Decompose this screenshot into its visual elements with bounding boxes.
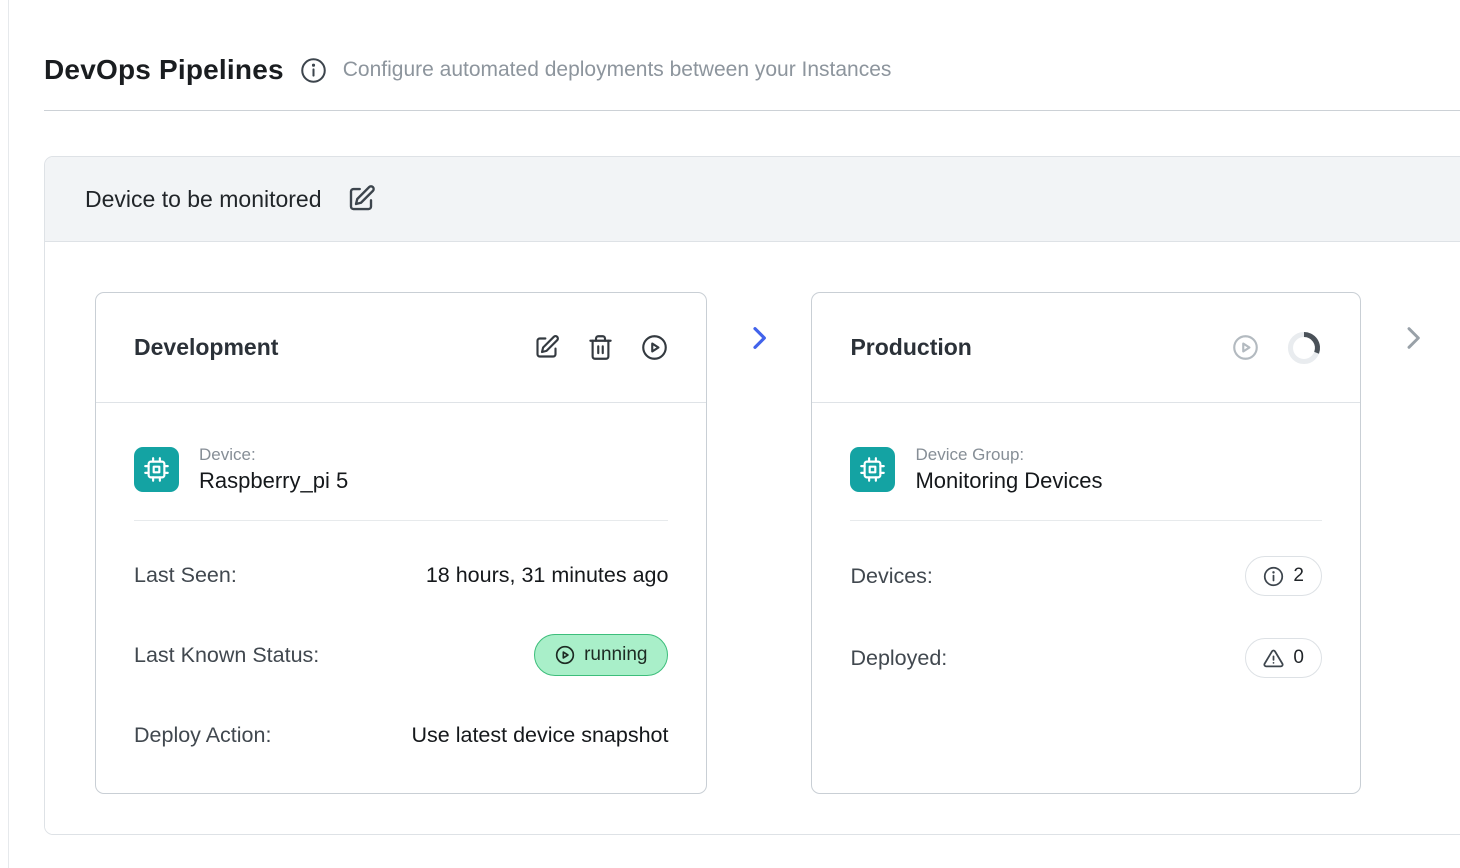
edit-icon[interactable] bbox=[533, 334, 560, 361]
device-label: Device: bbox=[199, 445, 348, 465]
loading-spinner-icon bbox=[1286, 330, 1322, 366]
card-divider bbox=[134, 520, 668, 521]
deployed-row: Deployed: 0 bbox=[850, 617, 1322, 699]
development-title: Development bbox=[134, 334, 278, 361]
trash-icon[interactable] bbox=[587, 334, 614, 361]
last-seen-row: Last Seen: 18 hours, 31 minutes ago bbox=[134, 535, 668, 615]
cpu-chip-icon bbox=[134, 447, 179, 492]
production-card: Production bbox=[811, 292, 1361, 794]
deployed-count: 0 bbox=[1293, 647, 1304, 669]
development-actions bbox=[533, 334, 668, 361]
panel-header: Device to be monitored bbox=[45, 157, 1460, 242]
deploy-action-label: Deploy Action: bbox=[134, 723, 271, 748]
deploy-action-value: Use latest device snapshot bbox=[412, 723, 669, 748]
device-group-identity: Device Group: Monitoring Devices bbox=[915, 445, 1102, 494]
device-group-row: Device Group: Monitoring Devices bbox=[850, 445, 1322, 494]
cpu-chip-icon bbox=[850, 447, 895, 492]
deployed-count-badge[interactable]: 0 bbox=[1245, 638, 1322, 678]
panel-title: Device to be monitored bbox=[85, 186, 322, 213]
header-divider bbox=[44, 110, 1460, 111]
device-name: Raspberry_pi 5 bbox=[199, 468, 348, 494]
card-divider bbox=[850, 520, 1322, 521]
deployed-label: Deployed: bbox=[850, 646, 947, 671]
device-group-label: Device Group: bbox=[915, 445, 1102, 465]
devices-count: 2 bbox=[1293, 565, 1304, 587]
device-identity: Device: Raspberry_pi 5 bbox=[199, 445, 348, 494]
production-card-body: Device Group: Monitoring Devices Devices… bbox=[812, 403, 1360, 793]
production-card-header: Production bbox=[812, 293, 1360, 403]
last-known-status-row: Last Known Status: running bbox=[134, 615, 668, 695]
device-group-name: Monitoring Devices bbox=[915, 468, 1102, 494]
last-seen-label: Last Seen: bbox=[134, 563, 237, 588]
device-row: Device: Raspberry_pi 5 bbox=[134, 445, 668, 494]
next-chevron-icon[interactable] bbox=[1397, 322, 1429, 354]
devices-row: Devices: 2 bbox=[850, 535, 1322, 617]
play-circle-icon[interactable] bbox=[641, 334, 668, 361]
production-actions bbox=[1232, 330, 1322, 366]
panel-body: Development bbox=[45, 242, 1460, 834]
left-border-line bbox=[8, 0, 9, 868]
status-badge: running bbox=[534, 634, 668, 676]
edit-icon[interactable] bbox=[346, 184, 376, 214]
pipeline-panel: Device to be monitored Development bbox=[44, 156, 1460, 835]
pipeline-arrow-icon bbox=[743, 322, 775, 354]
last-known-status-label: Last Known Status: bbox=[134, 643, 319, 668]
info-icon[interactable] bbox=[300, 57, 327, 84]
play-circle-icon[interactable] bbox=[1232, 334, 1259, 361]
development-card-body: Device: Raspberry_pi 5 Last Seen: 18 hou… bbox=[96, 403, 706, 793]
page-title: DevOps Pipelines bbox=[44, 54, 284, 86]
page-header: DevOps Pipelines Configure automated dep… bbox=[0, 0, 1460, 86]
devices-label: Devices: bbox=[850, 564, 932, 589]
status-text: running bbox=[584, 644, 647, 666]
page-subtitle: Configure automated deployments between … bbox=[343, 58, 892, 82]
last-seen-value: 18 hours, 31 minutes ago bbox=[426, 563, 669, 588]
devices-count-badge[interactable]: 2 bbox=[1245, 556, 1322, 596]
development-card: Development bbox=[95, 292, 707, 794]
info-icon bbox=[1263, 566, 1284, 587]
warning-triangle-icon bbox=[1263, 648, 1284, 669]
play-circle-icon bbox=[555, 645, 575, 665]
deploy-action-row: Deploy Action: Use latest device snapsho… bbox=[134, 695, 668, 775]
production-title: Production bbox=[850, 334, 971, 361]
development-card-header: Development bbox=[96, 293, 706, 403]
